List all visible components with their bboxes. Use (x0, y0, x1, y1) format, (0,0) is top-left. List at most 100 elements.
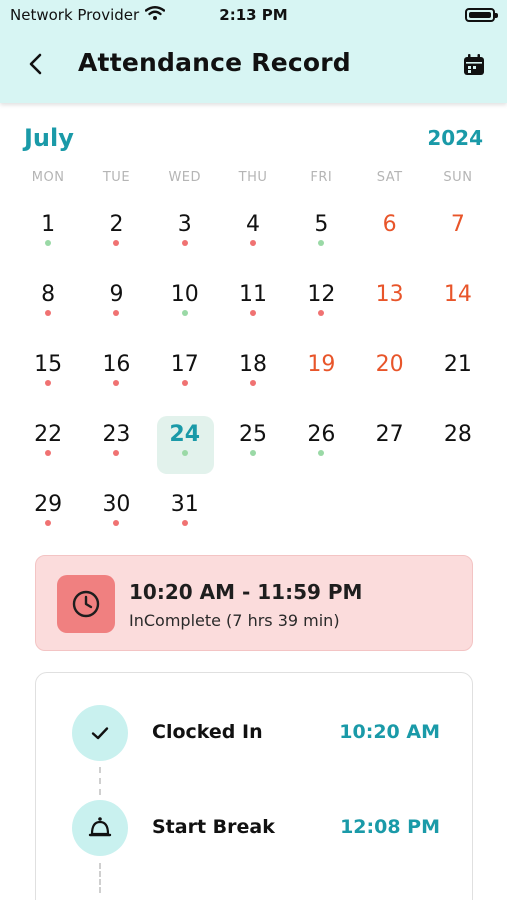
day-number: 29 (34, 492, 63, 517)
calendar-day-22[interactable]: 22 (14, 410, 82, 480)
day-number: 5 (314, 212, 329, 237)
calendar-day-31[interactable]: 31 (151, 480, 219, 550)
absent-indicator (113, 450, 120, 456)
absent-indicator (250, 380, 257, 386)
calendar-day-21[interactable]: 21 (424, 340, 492, 410)
day-number: 7 (450, 212, 465, 237)
status-bar: Network Provider 2:13 PM (10, 6, 498, 26)
day-number: 23 (102, 422, 131, 447)
calendar-day-16[interactable]: 16 (82, 340, 150, 410)
day-number: 14 (443, 282, 472, 307)
day-number: 26 (307, 422, 336, 447)
calendar-day-28[interactable]: 28 (424, 410, 492, 480)
calendar-day-24[interactable]: 24 (151, 410, 219, 480)
timeline-connector (99, 863, 101, 893)
day-number: 25 (239, 422, 268, 447)
timeline-label: Clocked In (152, 721, 263, 743)
absent-indicator (113, 380, 120, 386)
page-title: Attendance Record (78, 48, 351, 77)
timeline-time: 12:08 PM (340, 816, 440, 838)
calendar-day-19[interactable]: 19 (287, 340, 355, 410)
calendar-icon (464, 54, 484, 75)
day-number: 17 (170, 352, 199, 377)
calendar-day-29[interactable]: 29 (14, 480, 82, 550)
calendar-day-13[interactable]: 13 (355, 270, 423, 340)
calendar-day-2[interactable]: 2 (82, 200, 150, 270)
calendar-day-18[interactable]: 18 (219, 340, 287, 410)
weekday-header: MON TUE WED THU FRI SAT SUN (14, 170, 492, 185)
timeline-connector (99, 767, 101, 795)
calendar-day-6[interactable]: 6 (355, 200, 423, 270)
day-number: 8 (41, 282, 56, 307)
time-range: 10:20 AM - 11:59 PM (129, 580, 363, 604)
absent-indicator (318, 310, 325, 316)
weekday-label: THU (238, 170, 268, 185)
back-button[interactable] (20, 48, 52, 80)
timeline-item-start-break: Start Break 12:08 PM (36, 800, 472, 856)
calendar-day-11[interactable]: 11 (219, 270, 287, 340)
calendar-day-7[interactable]: 7 (424, 200, 492, 270)
weekday-label: SAT (376, 170, 403, 185)
day-number: 10 (170, 282, 199, 307)
weekday-label: SUN (443, 170, 473, 185)
absent-indicator (250, 310, 257, 316)
calendar-day-14[interactable]: 14 (424, 270, 492, 340)
day-number: 3 (177, 212, 192, 237)
day-number: 1 (41, 212, 56, 237)
calendar-button[interactable] (461, 52, 487, 78)
weekday-label: WED (168, 170, 202, 185)
calendar-day-8[interactable]: 8 (14, 270, 82, 340)
month-label: July (24, 124, 74, 152)
timeline-label: Start Break (152, 816, 275, 838)
calendar-day-15[interactable]: 15 (14, 340, 82, 410)
absent-indicator (250, 240, 257, 246)
absent-indicator (181, 520, 188, 526)
absent-indicator (45, 310, 52, 316)
calendar-day-10[interactable]: 10 (151, 270, 219, 340)
day-number: 12 (307, 282, 336, 307)
calendar-day-17[interactable]: 17 (151, 340, 219, 410)
year-label: 2024 (427, 126, 483, 150)
calendar-day-4[interactable]: 4 (219, 200, 287, 270)
calendar-day-26[interactable]: 26 (287, 410, 355, 480)
timeline-time: 10:20 AM (339, 721, 440, 743)
day-number: 15 (34, 352, 63, 377)
absent-indicator (181, 380, 188, 386)
day-number: 16 (102, 352, 131, 377)
attendance-status: InComplete (7 hrs 39 min) (129, 611, 340, 630)
calendar-day-25[interactable]: 25 (219, 410, 287, 480)
clock-icon (57, 575, 115, 633)
day-number: 18 (239, 352, 268, 377)
present-indicator (318, 450, 325, 456)
app-bar: Network Provider 2:13 PM Attendance Reco… (0, 0, 507, 103)
absent-indicator (45, 450, 52, 456)
calendar-day-1[interactable]: 1 (14, 200, 82, 270)
calendar-day-20[interactable]: 20 (355, 340, 423, 410)
calendar-day-23[interactable]: 23 (82, 410, 150, 480)
day-number: 22 (34, 422, 63, 447)
day-number: 31 (170, 492, 199, 517)
check-icon (72, 705, 128, 761)
present-indicator (318, 240, 325, 246)
calendar-day-12[interactable]: 12 (287, 270, 355, 340)
bell-icon (72, 800, 128, 856)
calendar-day-27[interactable]: 27 (355, 410, 423, 480)
calendar-day-5[interactable]: 5 (287, 200, 355, 270)
absent-indicator (113, 520, 120, 526)
day-number: 9 (109, 282, 124, 307)
chevron-left-icon (29, 53, 42, 75)
calendar-day-30[interactable]: 30 (82, 480, 150, 550)
absent-indicator (45, 380, 52, 386)
weekday-label: TUE (102, 170, 131, 185)
day-number: 20 (375, 352, 404, 377)
calendar-day-3[interactable]: 3 (151, 200, 219, 270)
calendar-grid: 1 2 3 4 5 6 7 8 9 10 11 12 13 14 15 16 17 18 19 20 21 22 23 24 2… (14, 200, 492, 550)
calendar-day-9[interactable]: 9 (82, 270, 150, 340)
day-number: 2 (109, 212, 124, 237)
battery-icon (465, 8, 498, 22)
day-number: 19 (307, 352, 336, 377)
weekday-label: FRI (310, 170, 333, 185)
day-number: 27 (375, 422, 404, 447)
absent-indicator (45, 520, 52, 526)
attendance-timeline: Clocked In 10:20 AM Start Break 12:08 PM (35, 672, 473, 900)
